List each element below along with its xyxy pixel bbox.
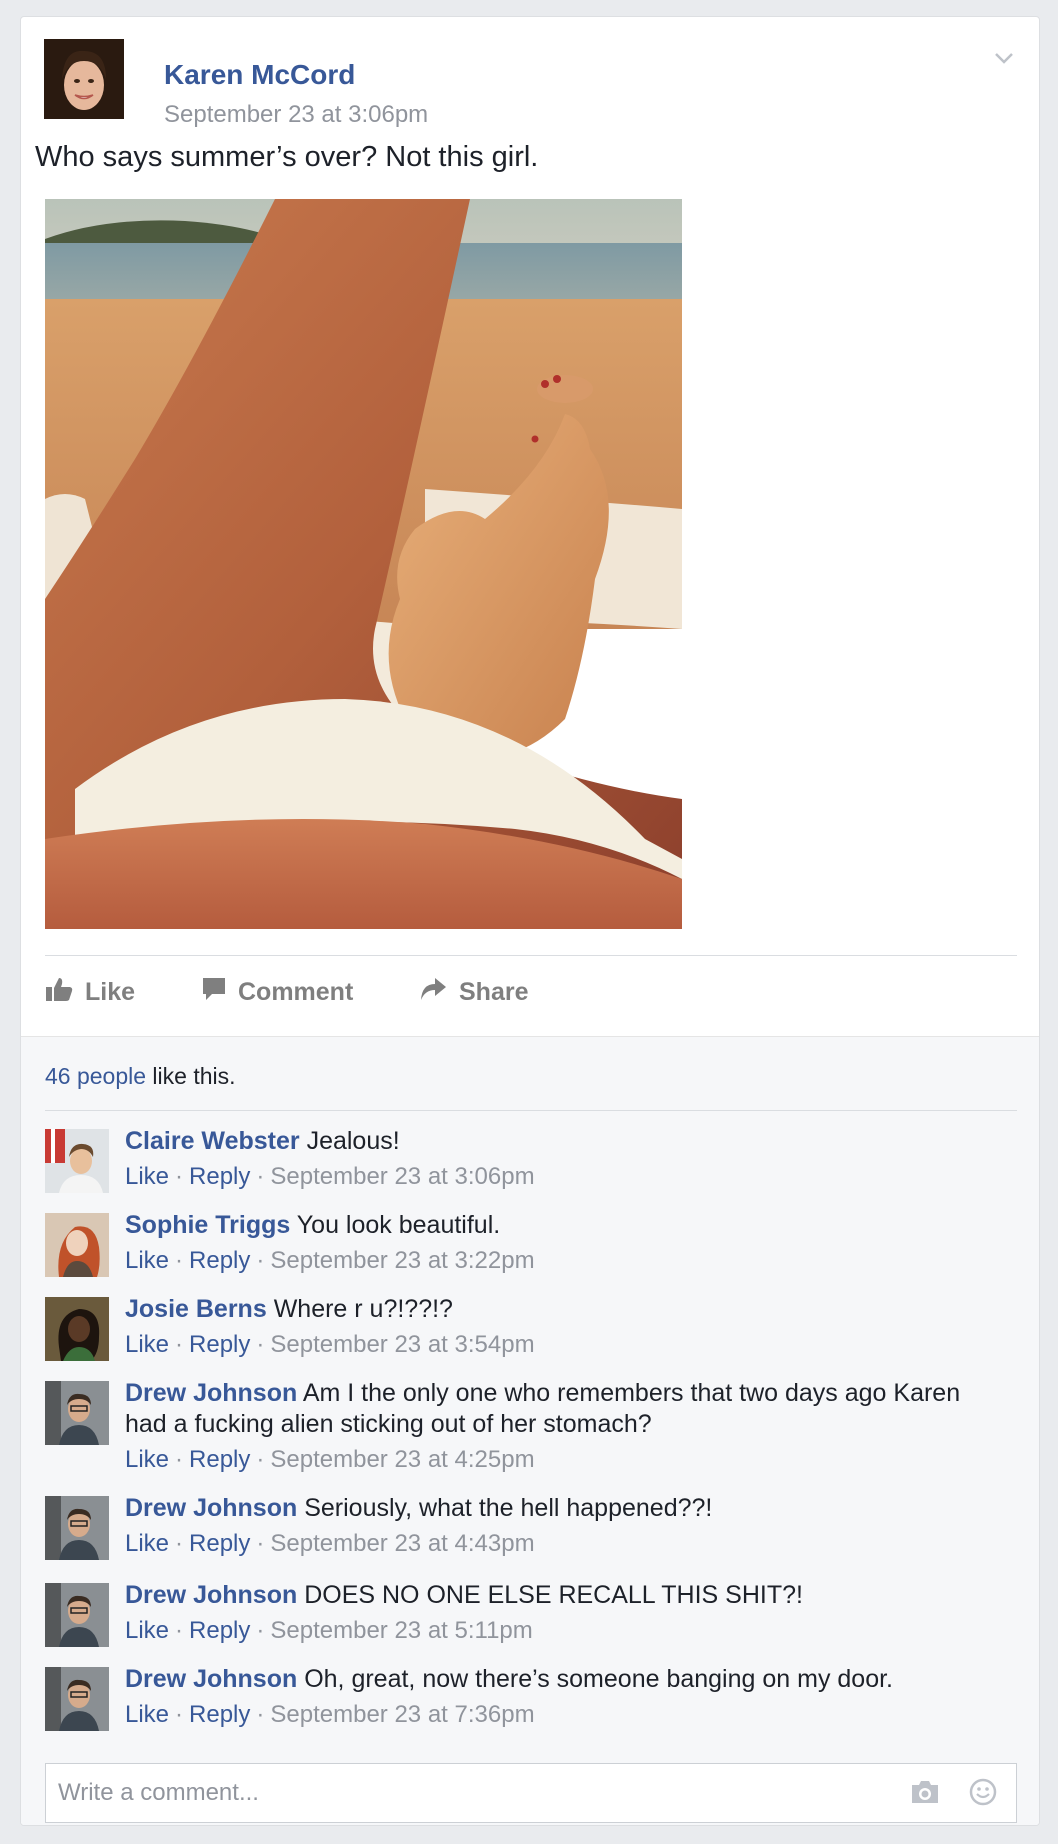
meta-separator: · — [256, 1446, 265, 1473]
chevron-down-icon[interactable] — [993, 47, 1015, 69]
comment-timestamp[interactable]: September 23 at 3:22pm — [270, 1247, 534, 1274]
comment-like-link[interactable]: Like — [125, 1446, 169, 1473]
share-arrow-icon — [419, 976, 459, 1009]
comment-meta: Like · Reply · September 23 at 4:43pm — [125, 1528, 1005, 1559]
divider — [45, 1110, 1017, 1111]
comment-like-link[interactable]: Like — [125, 1530, 169, 1557]
commenter-name[interactable]: Drew Johnson — [125, 1379, 297, 1407]
meta-separator: · — [175, 1701, 184, 1728]
likes-count-link[interactable]: 46 people — [45, 1063, 146, 1089]
meta-separator: · — [175, 1617, 184, 1644]
meta-separator: · — [175, 1446, 184, 1473]
commenter-name[interactable]: Drew Johnson — [125, 1665, 297, 1693]
meta-separator: · — [256, 1617, 265, 1644]
comment-timestamp[interactable]: September 23 at 3:06pm — [270, 1163, 534, 1190]
commenter-avatar[interactable] — [45, 1496, 109, 1560]
comment-text: DOES NO ONE ELSE RECALL THIS SHIT?! — [304, 1581, 803, 1609]
comment-timestamp[interactable]: September 23 at 7:36pm — [270, 1701, 534, 1728]
share-label: Share — [459, 977, 529, 1006]
commenter-avatar[interactable] — [45, 1381, 109, 1445]
comment-text: You look beautiful. — [296, 1211, 501, 1239]
likes-suffix: like this. — [146, 1063, 236, 1089]
comment-input[interactable] — [46, 1764, 906, 1822]
meta-separator: · — [256, 1701, 265, 1728]
comment-meta: Like · Reply · September 23 at 7:36pm — [125, 1699, 1005, 1730]
comment-timestamp[interactable]: September 23 at 5:11pm — [270, 1617, 532, 1644]
comment-body: Drew Johnson Oh, great, now there’s some… — [125, 1664, 1005, 1730]
like-label: Like — [85, 977, 136, 1006]
comment-like-link[interactable]: Like — [125, 1701, 169, 1728]
thumbs-up-icon — [45, 976, 85, 1009]
comment-button[interactable]: Comment — [202, 972, 353, 1012]
meta-separator: · — [256, 1163, 265, 1190]
comment-body: Drew Johnson DOES NO ONE ELSE RECALL THI… — [125, 1580, 1005, 1646]
author-name[interactable]: Karen McCord — [164, 59, 355, 91]
comment-composer — [45, 1763, 1017, 1823]
comment-text: Oh, great, now there’s someone banging o… — [304, 1665, 893, 1693]
divider — [45, 955, 1017, 956]
camera-icon[interactable] — [910, 1779, 940, 1810]
meta-separator: · — [256, 1331, 265, 1358]
comment-like-link[interactable]: Like — [125, 1617, 169, 1644]
commenter-avatar[interactable] — [45, 1297, 109, 1361]
commenter-name[interactable]: Drew Johnson — [125, 1581, 297, 1609]
meta-separator: · — [175, 1163, 184, 1190]
meta-separator: · — [175, 1247, 184, 1274]
share-button[interactable]: Share — [419, 972, 528, 1012]
commenter-name[interactable]: Josie Berns — [125, 1295, 267, 1323]
comment-reply-link[interactable]: Reply — [189, 1163, 250, 1190]
comment-reply-link[interactable]: Reply — [189, 1617, 250, 1644]
comment-like-link[interactable]: Like — [125, 1247, 169, 1274]
commenter-name[interactable]: Sophie Triggs — [125, 1211, 290, 1239]
comment-text: Seriously, what the hell happened??! — [304, 1494, 713, 1522]
comment-body: Drew Johnson Am I the only one who remem… — [125, 1378, 1005, 1475]
commenter-avatar[interactable] — [45, 1213, 109, 1277]
commenter-avatar[interactable] — [45, 1583, 109, 1647]
comment-text: Where r u?!??!? — [273, 1295, 453, 1323]
comment-body: Josie Berns Where r u?!??!? Like · Reply · S… — [125, 1294, 1005, 1360]
comment-like-link[interactable]: Like — [125, 1331, 169, 1358]
comment-text: Jealous! — [306, 1127, 400, 1155]
commenter-avatar[interactable] — [45, 1129, 109, 1193]
meta-separator: · — [175, 1331, 184, 1358]
comment-label: Comment — [238, 977, 354, 1006]
commenter-name[interactable]: Claire Webster — [125, 1127, 300, 1155]
post-timestamp[interactable]: September 23 at 3:06pm — [164, 101, 428, 129]
comment-reply-link[interactable]: Reply — [189, 1701, 250, 1728]
comment-reply-link[interactable]: Reply — [189, 1247, 250, 1274]
commenter-name[interactable]: Drew Johnson — [125, 1494, 297, 1522]
comment-meta: Like · Reply · September 23 at 3:22pm — [125, 1245, 1005, 1276]
comment-meta: Like · Reply · September 23 at 3:54pm — [125, 1329, 1005, 1360]
comment-meta: Like · Reply · September 23 at 5:11pm — [125, 1615, 1005, 1646]
comment-meta: Like · Reply · September 23 at 3:06pm — [125, 1161, 1005, 1192]
action-bar: Like Comment Share — [45, 972, 1017, 1012]
like-button[interactable]: Like — [45, 972, 135, 1012]
comments-section: 46 people like this. Claire Webster Jeal… — [21, 1036, 1039, 1825]
comment-timestamp[interactable]: September 23 at 4:25pm — [270, 1446, 534, 1473]
commenter-avatar[interactable] — [45, 1667, 109, 1731]
comment-timestamp[interactable]: September 23 at 4:43pm — [270, 1530, 534, 1557]
speech-bubble-icon — [202, 976, 238, 1009]
comment-reply-link[interactable]: Reply — [189, 1446, 250, 1473]
comment-body: Drew Johnson Seriously, what the hell ha… — [125, 1493, 1005, 1559]
comment-timestamp[interactable]: September 23 at 3:54pm — [270, 1331, 534, 1358]
comment-meta: Like · Reply · September 23 at 4:25pm — [125, 1444, 1005, 1475]
post-text: Who says summer’s over? Not this girl. — [35, 141, 539, 173]
post-photo[interactable] — [45, 199, 682, 929]
post-card: Karen McCord September 23 at 3:06pm Who … — [20, 16, 1040, 1826]
comment-body: Claire Webster Jealous! Like · Reply · Septe… — [125, 1126, 1005, 1192]
meta-separator: · — [256, 1530, 265, 1557]
author-avatar[interactable] — [44, 39, 124, 119]
comment-like-link[interactable]: Like — [125, 1163, 169, 1190]
meta-separator: · — [175, 1530, 184, 1557]
smiley-icon[interactable] — [968, 1777, 998, 1812]
likes-summary: 46 people like this. — [45, 1063, 236, 1090]
comment-reply-link[interactable]: Reply — [189, 1331, 250, 1358]
comment-reply-link[interactable]: Reply — [189, 1530, 250, 1557]
meta-separator: · — [256, 1247, 265, 1274]
post-header: Karen McCord September 23 at 3:06pm — [44, 39, 1004, 128]
comment-body: Sophie Triggs You look beautiful. Like · R… — [125, 1210, 1005, 1276]
